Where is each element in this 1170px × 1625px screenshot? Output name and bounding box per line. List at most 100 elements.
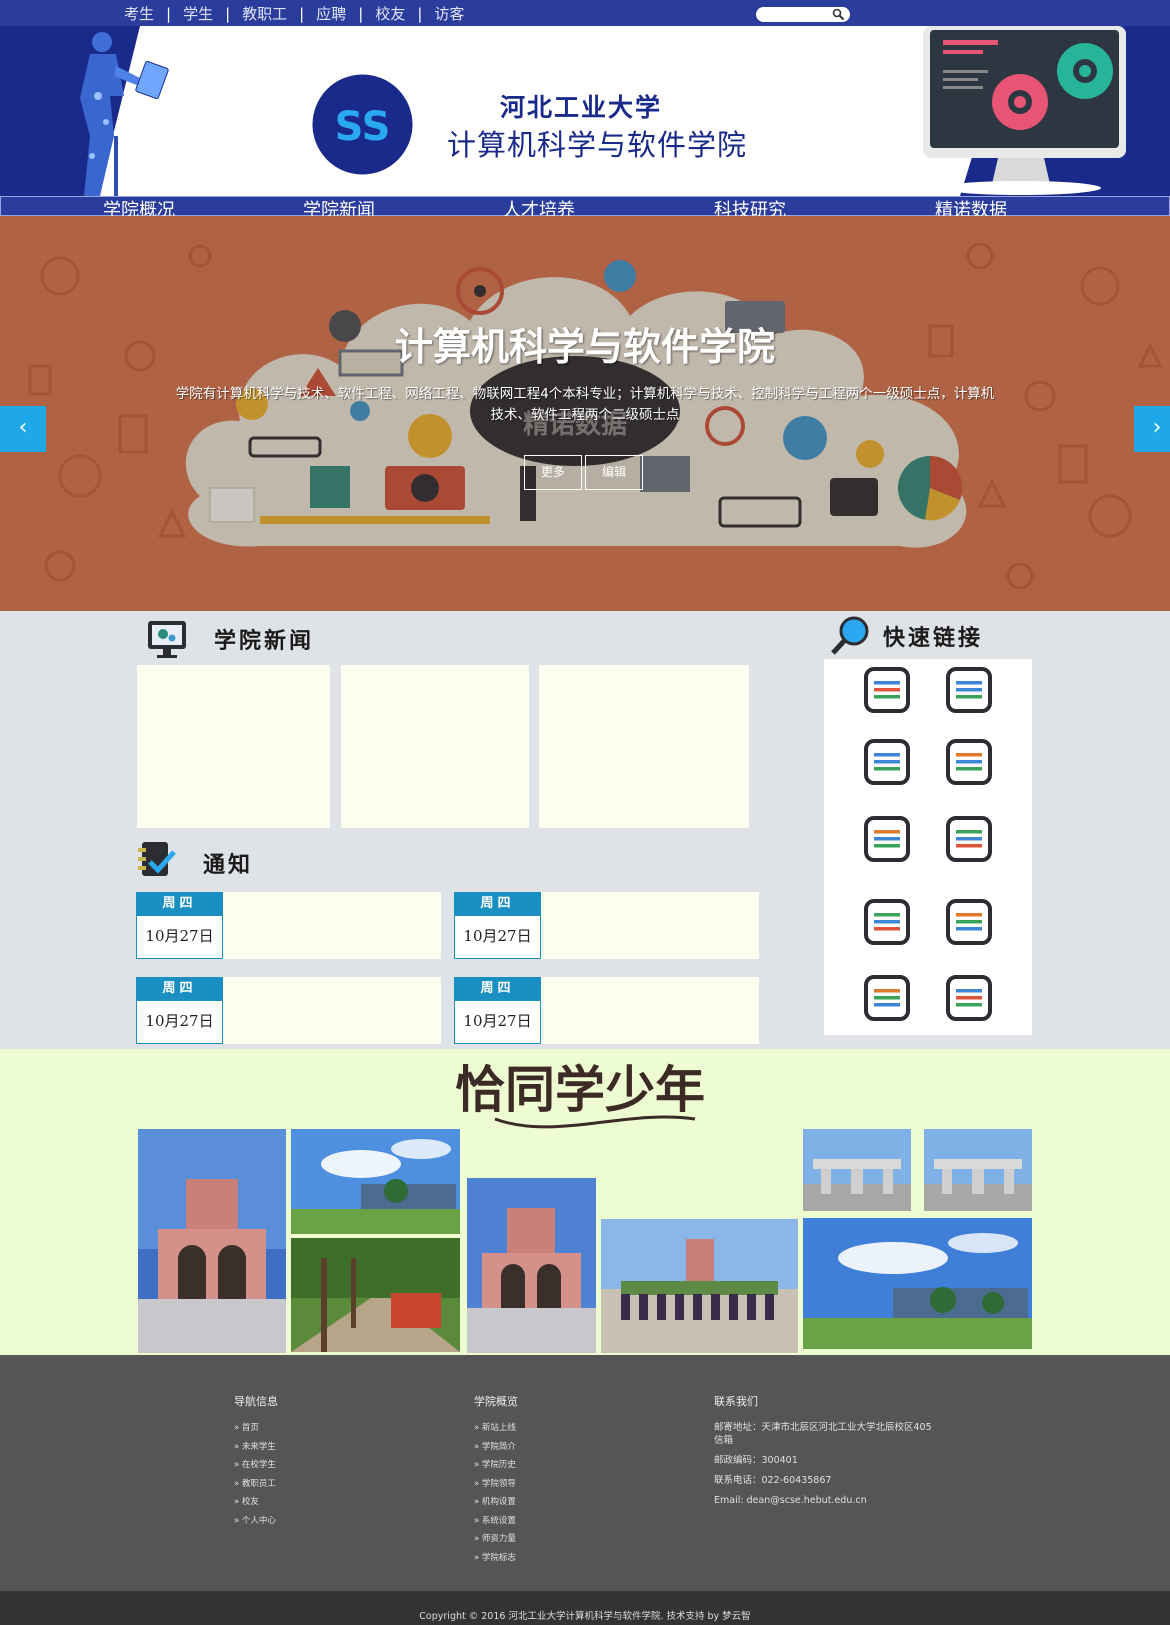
edit-button[interactable]: 编辑 [585, 455, 643, 490]
photo-clock-tower-2[interactable] [467, 1178, 596, 1353]
notice-content[interactable] [541, 892, 759, 959]
site-footer: 导航信息 首页 未来学生 在校学生 教职员工 校友 个人中心 学院概览 新站上线… [0, 1355, 1170, 1591]
notice-content[interactable] [223, 977, 441, 1044]
news-card[interactable] [341, 665, 529, 828]
quicklink-list-icon[interactable] [864, 975, 910, 1021]
footer-nav-title: 导航信息 [234, 1395, 278, 1408]
monitor-gear-icon [148, 621, 186, 658]
top-link-examinee[interactable]: 考生 [124, 3, 154, 24]
footer-contact-title: 联系我们 [714, 1395, 758, 1408]
carousel-prev-button[interactable]: ‹ [0, 406, 46, 452]
notice-date: 10月27日 [136, 916, 223, 959]
top-link-staff[interactable]: 教职工 [242, 3, 287, 24]
photo-clock-tower[interactable] [138, 1129, 286, 1353]
notice-weekday: 周四 [136, 892, 223, 916]
gallery-title-text: 恰同学少年 [455, 1060, 705, 1119]
notice-content[interactable] [223, 892, 441, 959]
footer-link[interactable]: 师资力量 [474, 1532, 518, 1551]
monitor-gears-illustration [923, 26, 1126, 195]
separator: | [358, 4, 364, 23]
top-link-alumni[interactable]: 校友 [375, 3, 405, 24]
footer-link[interactable]: 机构设置 [474, 1495, 518, 1514]
footer-overview-column: 学院概览 新站上线 学院简介 学院历史 学院领导 机构设置 系统设置 师资力量 … [474, 1393, 518, 1569]
photo-campus-building-2[interactable] [803, 1218, 1032, 1349]
footer-link[interactable]: 校友 [234, 1495, 278, 1514]
separator: | [166, 4, 172, 23]
quicklink-list-icon[interactable] [864, 739, 910, 785]
carousel-next-button[interactable]: › [1134, 406, 1170, 452]
notice-item[interactable]: 周四 10月27日 [136, 892, 441, 959]
footer-nav-column: 导航信息 首页 未来学生 在校学生 教职员工 校友 个人中心 [234, 1393, 278, 1532]
quicklink-list-icon[interactable] [864, 816, 910, 862]
notice-date: 10月27日 [454, 916, 541, 959]
college-logo: SS [312, 74, 413, 175]
notice-item[interactable]: 周四 10月27日 [136, 977, 441, 1044]
quicklinks-section-title: 快速链接 [883, 625, 984, 651]
footer-link[interactable]: 学院标志 [474, 1551, 518, 1570]
quicklink-list-icon[interactable] [946, 975, 992, 1021]
notice-weekday: 周四 [136, 977, 223, 1001]
school-name: 河北工业大学 [500, 93, 663, 122]
magnifier-icon [831, 616, 869, 655]
photo-campus-gate-2[interactable] [924, 1129, 1032, 1211]
search-icon[interactable] [832, 8, 845, 21]
college-name: 计算机科学与软件学院 [447, 128, 748, 162]
quicklink-list-icon[interactable] [864, 667, 910, 713]
news-card[interactable] [539, 665, 749, 828]
news-section-title: 学院新闻 [214, 628, 315, 654]
notebook-check-icon [138, 842, 176, 876]
footer-contact-column: 联系我们 邮寄地址：天津市北辰区河北工业大学北辰校区405信箱 邮政编码：300… [714, 1393, 934, 1514]
logo-text: SS [335, 104, 391, 150]
search-input[interactable] [756, 7, 850, 22]
footer-link[interactable]: 新站上线 [474, 1421, 518, 1440]
top-bar: 考生 | 学生 | 教职工 | 应聘 | 校友 | 访客 [0, 0, 1170, 26]
top-link-student[interactable]: 学生 [183, 3, 213, 24]
quicklink-list-icon[interactable] [946, 899, 992, 945]
footer-link[interactable]: 未来学生 [234, 1440, 278, 1459]
footer-link[interactable]: 个人中心 [234, 1514, 278, 1533]
copyright-bar: Copyright © 2016 河北工业大学计算机科学与软件学院. 技术支持 … [0, 1591, 1170, 1625]
quicklink-list-icon[interactable] [864, 899, 910, 945]
contact-address: 邮寄地址：天津市北辰区河北工业大学北辰校区405信箱 [714, 1422, 932, 1446]
footer-link[interactable]: 学院简介 [474, 1440, 518, 1459]
notice-content[interactable] [541, 977, 759, 1044]
audience-links: 考生 | 学生 | 教职工 | 应聘 | 校友 | 访客 [124, 3, 464, 24]
main-nav: 学院概况 学院新闻 人才培养 科技研究 精诺数据 [0, 196, 1170, 221]
separator: | [225, 4, 231, 23]
footer-link[interactable]: 首页 [234, 1421, 278, 1440]
top-link-jobs[interactable]: 应聘 [316, 3, 346, 24]
footer-link[interactable]: 学院历史 [474, 1458, 518, 1477]
chevron-left-icon: ‹ [18, 415, 28, 440]
hero-carousel: 精诺数据 计算机科学与软件学院 学院有计算机科学与技术、软件工程、网络工程、物联… [0, 216, 1170, 611]
photo-campus-building[interactable] [291, 1129, 460, 1234]
notice-weekday: 周四 [454, 977, 541, 1001]
contact-postcode: 邮政编码：300401 [714, 1455, 798, 1466]
photo-tree-road-bus[interactable] [291, 1238, 460, 1352]
top-link-visitor[interactable]: 访客 [434, 3, 464, 24]
banner-title: 计算机科学与软件学院 [394, 324, 775, 369]
footer-link[interactable]: 系统设置 [474, 1514, 518, 1533]
notice-date: 10月27日 [454, 1001, 541, 1044]
footer-link[interactable]: 教职员工 [234, 1477, 278, 1496]
contact-email[interactable]: Email: dean@scse.hebut.edu.cn [714, 1494, 934, 1507]
contact-phone: 联系电话：022-60435867 [714, 1475, 832, 1486]
site-header: SS 河北工业大学 计算机科学与软件学院 [0, 26, 1170, 196]
gallery-title: 恰同学少年 [455, 1060, 705, 1129]
footer-link[interactable]: 在校学生 [234, 1458, 278, 1477]
notice-item[interactable]: 周四 10月27日 [454, 892, 759, 959]
footer-link[interactable]: 学院领导 [474, 1477, 518, 1496]
news-card[interactable] [137, 665, 330, 828]
notice-item[interactable]: 周四 10月27日 [454, 977, 759, 1044]
notice-weekday: 周四 [454, 892, 541, 916]
photo-campus-gate[interactable] [803, 1129, 911, 1211]
more-button[interactable]: 更多 [524, 455, 582, 490]
chevron-right-icon: › [1152, 415, 1162, 440]
person-with-tablet-illustration [80, 32, 169, 196]
quicklink-list-icon[interactable] [946, 739, 992, 785]
quicklink-list-icon[interactable] [946, 667, 992, 713]
copyright-text: Copyright © 2016 河北工业大学计算机科学与软件学院. 技术支持 … [419, 1611, 751, 1622]
notices-section-title: 通知 [203, 852, 254, 878]
quicklinks-panel [824, 659, 1032, 1035]
photo-students-group[interactable] [601, 1219, 798, 1353]
quicklink-list-icon[interactable] [946, 816, 992, 862]
